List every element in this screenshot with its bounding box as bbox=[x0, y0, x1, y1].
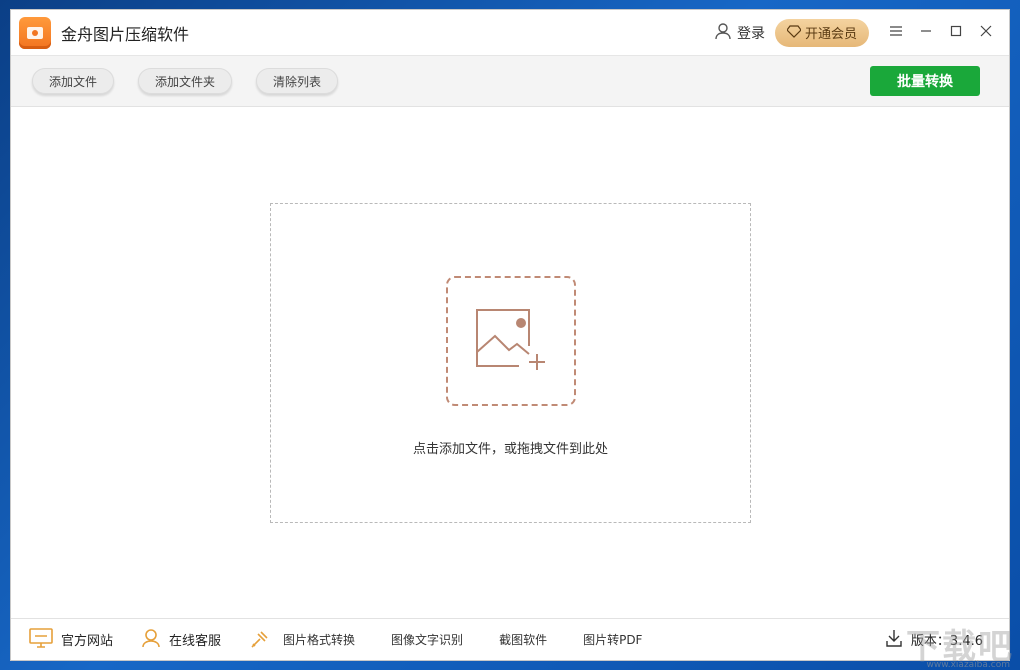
official-site-link[interactable]: 官方网站 bbox=[29, 627, 114, 652]
version-label: 版本：3.4.6 bbox=[910, 634, 983, 649]
footer-link-ocr[interactable]: 图像文字识别 bbox=[391, 631, 463, 648]
vip-button[interactable]: 开通会员 bbox=[774, 18, 869, 47]
hamburger-icon bbox=[889, 25, 903, 41]
version-info: 版本：3.4.6 bbox=[885, 629, 983, 651]
monitor-icon bbox=[29, 627, 53, 652]
add-image-icon bbox=[473, 306, 549, 376]
batch-convert-button[interactable]: 批量转换 bbox=[870, 66, 980, 96]
app-window: 金舟图片压缩软件 登录 开通会员 添加文件 添加文件夹 清除列表 批量转换 点击… bbox=[10, 9, 1010, 661]
toolbar: 添加文件 添加文件夹 清除列表 批量转换 bbox=[11, 56, 1009, 107]
clear-list-button[interactable]: 清除列表 bbox=[256, 68, 339, 94]
diamond-icon bbox=[786, 24, 802, 42]
app-title: 金舟图片压缩软件 bbox=[61, 24, 190, 44]
online-service-label: 在线客服 bbox=[169, 634, 222, 649]
maximize-button[interactable] bbox=[941, 18, 971, 48]
add-image-box[interactable] bbox=[446, 276, 576, 406]
file-dropzone[interactable]: 点击添加文件，或拖拽文件到此处 bbox=[270, 203, 751, 523]
menu-button[interactable] bbox=[881, 18, 911, 48]
footer-link-screenshot[interactable]: 截图软件 bbox=[499, 631, 547, 648]
add-folder-button[interactable]: 添加文件夹 bbox=[138, 68, 233, 94]
online-service-link[interactable]: 在线客服 bbox=[141, 628, 221, 652]
user-icon bbox=[714, 22, 732, 44]
minimize-icon bbox=[920, 25, 932, 41]
title-bar: 金舟图片压缩软件 登录 开通会员 bbox=[11, 10, 1009, 56]
download-icon bbox=[885, 629, 903, 651]
close-icon bbox=[980, 25, 992, 41]
close-button[interactable] bbox=[971, 18, 1001, 48]
service-agent-icon bbox=[141, 628, 161, 652]
footer-link-image-to-pdf[interactable]: 图片转PDF bbox=[583, 631, 642, 648]
official-site-label: 官方网站 bbox=[61, 634, 114, 649]
minimize-button[interactable] bbox=[911, 18, 941, 48]
login-button[interactable]: 登录 bbox=[714, 22, 765, 44]
maximize-icon bbox=[950, 25, 962, 41]
vip-label: 开通会员 bbox=[804, 27, 857, 42]
drop-hint: 点击添加文件，或拖拽文件到此处 bbox=[412, 442, 608, 457]
tools-icon bbox=[249, 630, 269, 650]
footer-link-format-convert[interactable]: 图片格式转换 bbox=[283, 631, 355, 648]
footer-bar: 官方网站 在线客服 图片格式转换 图像文字识别 截图软件 图片转PDF 版本：3… bbox=[11, 618, 1009, 660]
watermark-url: www.xiazaiba.com bbox=[926, 660, 1010, 670]
add-file-button[interactable]: 添加文件 bbox=[32, 68, 115, 94]
app-logo bbox=[19, 16, 51, 49]
login-label: 登录 bbox=[736, 25, 765, 42]
main-area: 点击添加文件，或拖拽文件到此处 bbox=[11, 107, 1009, 619]
